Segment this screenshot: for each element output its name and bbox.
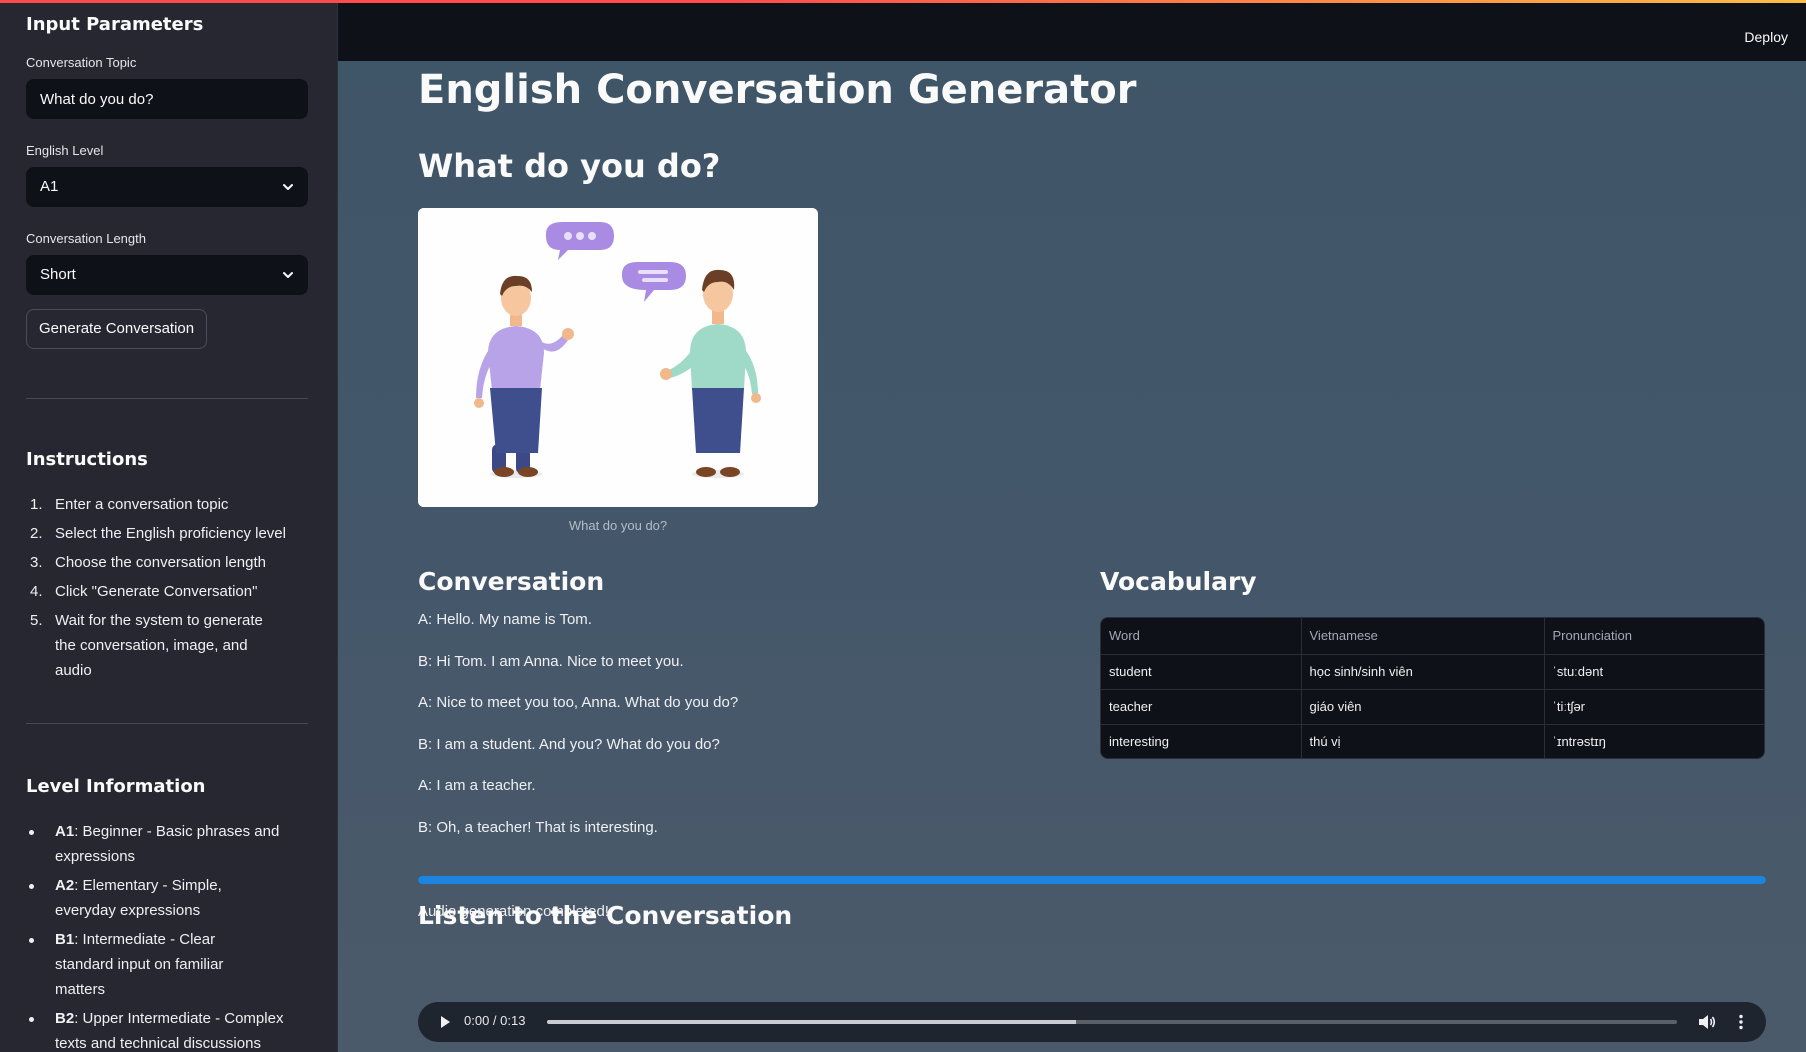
column-header[interactable]: Vietnamese xyxy=(1301,618,1545,655)
sidebar-divider xyxy=(26,398,308,399)
level-field: English Level A1 xyxy=(26,143,311,207)
list-item: A1: Beginner - Basic phrases and express… xyxy=(26,819,286,869)
sidebar: Input Parameters Conversation Topic What… xyxy=(0,0,338,1052)
image-caption: What do you do? xyxy=(568,518,668,533)
level-info-list: A1: Beginner - Basic phrases and express… xyxy=(26,819,311,1052)
table-cell[interactable]: interesting xyxy=(1101,724,1302,758)
progress-bar xyxy=(418,876,1766,884)
more-options-icon[interactable] xyxy=(1738,1014,1744,1030)
level-select-value: A1 xyxy=(40,178,59,195)
conversation-list: A: Hello. My name is Tom. B: Hi Tom. I a… xyxy=(418,610,1018,859)
topic-input[interactable]: What do you do? xyxy=(26,79,308,119)
audio-seek-bar[interactable] xyxy=(547,1020,1677,1024)
table-row: student học sinh/sinh viên ˈstuːdənt xyxy=(1101,654,1764,690)
table-header-row: Word Vietnamese Pronunciation xyxy=(1101,618,1764,655)
conversation-line: B: Hi Tom. I am Anna. Nice to meet you. xyxy=(418,652,684,670)
topic-heading: What do you do? xyxy=(418,147,721,185)
vocabulary-table[interactable]: Word Vietnamese Pronunciation student họ… xyxy=(1100,617,1765,759)
table-cell[interactable]: học sinh/sinh viên xyxy=(1301,654,1545,690)
list-item: B2: Upper Intermediate - Complex texts a… xyxy=(26,1006,286,1052)
chevron-down-icon xyxy=(283,184,293,190)
audio-player: 0:00 / 0:13 xyxy=(418,1002,1766,1042)
illustration-image xyxy=(418,208,818,507)
topic-field: Conversation Topic What do you do? xyxy=(26,55,311,119)
length-field: Conversation Length Short xyxy=(26,231,311,295)
conversation-line: A: Nice to meet you too, Anna. What do y… xyxy=(418,694,739,711)
list-item: A2: Elementary - Simple, everyday expres… xyxy=(26,873,286,923)
conversation-line: A: I am a teacher. xyxy=(418,777,536,794)
conversation-heading: Conversation xyxy=(418,567,605,596)
level-label: English Level xyxy=(26,143,104,158)
audio-time: 0:00 / 0:13 xyxy=(464,1013,526,1028)
list-item: 5. Wait for the system to generate the co… xyxy=(30,612,263,679)
conversation-line: A: Hello. My name is Tom. xyxy=(418,611,592,628)
list-item: 1. Enter a conversation topic xyxy=(30,496,229,513)
table-cell[interactable]: giáo viên xyxy=(1301,689,1545,725)
sidebar-divider xyxy=(26,723,308,724)
table-cell[interactable]: student xyxy=(1101,654,1302,690)
list-item: 3. Choose the conversation length xyxy=(30,554,266,571)
conversation-line: B: I am a student. And you? What do you … xyxy=(418,735,720,753)
page-title: English Conversation Generator xyxy=(418,67,1137,113)
volume-icon[interactable] xyxy=(1698,1014,1716,1030)
conversation-illustration xyxy=(418,208,818,507)
list-item: 2. Select the English proficiency level xyxy=(30,525,286,542)
instructions-section: Instructions 1. Enter a conversation topi… xyxy=(26,449,311,683)
table-cell[interactable]: ˈɪntrəstɪŋ xyxy=(1544,724,1764,758)
level-info-section: Level Information A1: Beginner - Basic p… xyxy=(26,776,311,1052)
progress-fill xyxy=(418,876,1766,884)
topic-label: Conversation Topic xyxy=(26,55,137,70)
column-header[interactable]: Pronunciation xyxy=(1544,618,1764,655)
length-label: Conversation Length xyxy=(26,231,146,246)
instructions-title: Instructions xyxy=(26,449,148,470)
list-item: 4. Click "Generate Conversation" xyxy=(30,583,258,600)
app-header: Deploy xyxy=(338,0,1806,61)
deploy-button[interactable]: Deploy xyxy=(1744,29,1788,45)
table-cell[interactable]: thú vị xyxy=(1301,724,1545,758)
top-accent-bar xyxy=(0,0,1806,3)
level-info-title: Level Information xyxy=(26,776,206,797)
chevron-down-icon xyxy=(283,272,293,278)
level-select[interactable]: A1 xyxy=(26,167,308,207)
generate-conversation-button[interactable]: Generate Conversation xyxy=(26,309,208,349)
main-content: English Conversation Generator What do y… xyxy=(338,61,1806,1052)
conversation-line: B: Oh, a teacher! That is interesting. xyxy=(418,818,658,836)
length-select[interactable]: Short xyxy=(26,255,308,295)
play-icon[interactable] xyxy=(438,1015,452,1029)
sidebar-title: Input Parameters xyxy=(26,14,204,35)
length-select-value: Short xyxy=(40,266,76,283)
vocabulary-heading: Vocabulary xyxy=(1100,567,1257,596)
column-header[interactable]: Word xyxy=(1101,618,1302,655)
table-cell[interactable]: ˈtiːtʃər xyxy=(1544,689,1764,725)
table-row: interesting thú vị ˈɪntrəstɪŋ xyxy=(1101,724,1764,758)
table-row: teacher giáo viên ˈtiːtʃər xyxy=(1101,689,1764,725)
table-cell[interactable]: ˈstuːdənt xyxy=(1544,654,1764,690)
list-item: B1: Intermediate - Clear standard input … xyxy=(26,927,266,1002)
audio-seek-fill xyxy=(547,1020,1076,1024)
instructions-list: 1. Enter a conversation topic 2. Select th… xyxy=(26,492,311,683)
table-cell[interactable]: teacher xyxy=(1101,689,1302,725)
listen-heading: Listen to the Conversation xyxy=(418,901,793,930)
